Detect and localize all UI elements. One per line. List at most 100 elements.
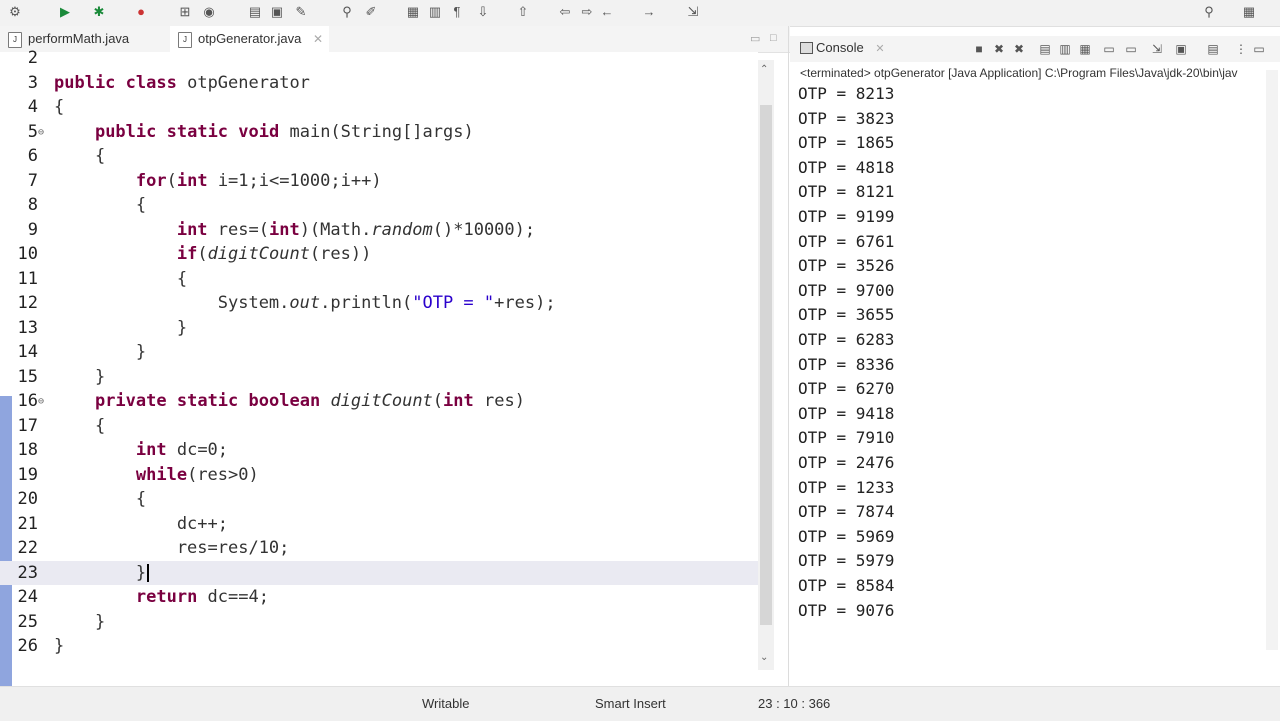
editor-scrollbar[interactable]: ⌃ ⌄	[758, 60, 774, 670]
line-number: 18	[17, 440, 38, 460]
pin-console-icon[interactable]: ⇲	[1150, 42, 1164, 56]
annotation-icon[interactable]: ✐	[362, 3, 380, 21]
code-line[interactable]: 8 {	[0, 193, 758, 217]
code-line[interactable]: 12 System.out.println("OTP = "+res);	[0, 291, 758, 315]
line-number: 17	[17, 415, 38, 436]
save-icon[interactable]: ▤	[246, 3, 264, 21]
scroll-lock-icon[interactable]: ▥	[1058, 42, 1072, 56]
forward-icon[interactable]: →	[640, 3, 658, 21]
code-text: }	[54, 317, 188, 338]
word-wrap-icon[interactable]: ▦	[1078, 42, 1092, 56]
format-icon[interactable]: ▦	[404, 3, 422, 21]
console-line: OTP = 5969	[798, 526, 895, 546]
terminate-icon[interactable]: ■	[972, 42, 986, 56]
search-icon[interactable]: ⚲	[338, 3, 356, 21]
back-icon[interactable]: ←	[598, 3, 616, 21]
code-line[interactable]: 11 {	[0, 267, 758, 291]
code-line[interactable]: 25 }	[0, 610, 758, 634]
code-line[interactable]: 3 public class otpGenerator	[0, 71, 758, 95]
close-icon[interactable]: ✕	[875, 43, 884, 55]
show-stderr-icon[interactable]: ▭	[1124, 42, 1138, 56]
view-menu-icon[interactable]: ⋮	[1234, 42, 1248, 56]
scroll-up-icon[interactable]: ⌃	[760, 64, 768, 75]
run-icon[interactable]: ▶	[56, 3, 74, 21]
code-line[interactable]: 4{	[0, 95, 758, 119]
code-editor[interactable]: 2 3 public class otpGenerator 4{5 ⊖ public s…	[0, 48, 758, 696]
open-folder-icon[interactable]: ▣	[268, 3, 286, 21]
code-line[interactable]: 13 }	[0, 316, 758, 340]
code-line[interactable]: 2	[0, 46, 758, 70]
code-text: public class otpGenerator	[54, 72, 310, 93]
scroll-down-icon[interactable]: ⌄	[760, 652, 768, 663]
code-line[interactable]: 18 int dc=0;	[0, 438, 758, 462]
panel-divider[interactable]	[788, 26, 789, 686]
code-text: for(int i=1;i<=1000;i++)	[135, 170, 382, 191]
back-history-icon[interactable]: ⇦	[556, 3, 574, 21]
down-arrow-icon[interactable]: ⇩	[474, 3, 492, 21]
tab-console[interactable]: Console ✕	[800, 40, 885, 55]
open-icon[interactable]: ◉	[200, 3, 218, 21]
console-scrollbar[interactable]	[1266, 70, 1278, 650]
pin-icon[interactable]: ⇲	[684, 3, 702, 21]
code-text: return dc==4;	[135, 587, 269, 607]
fold-icon[interactable]: ⊖	[38, 390, 44, 414]
scroll-thumb[interactable]	[760, 105, 772, 625]
minimize-icon[interactable]: ▭	[750, 32, 760, 45]
line-number: 2	[27, 48, 38, 68]
code-line[interactable]: 9 int res=(int)(Math.random()*10000);	[0, 218, 758, 242]
code-line[interactable]: 21 dc++;	[0, 512, 758, 536]
console-line: OTP = 8213	[798, 84, 895, 103]
maximize-icon[interactable]: □	[770, 32, 777, 44]
clear-console-icon[interactable]: ▤	[1038, 42, 1052, 56]
code-line[interactable]: 15 }	[0, 365, 758, 389]
line-number: 13	[17, 317, 38, 338]
console-line: OTP = 9700	[798, 280, 895, 300]
fold-icon[interactable]: ⊖	[38, 121, 44, 145]
console-line: OTP = 9199	[798, 207, 895, 226]
perspective-icon[interactable]: ▦	[1240, 3, 1258, 21]
code-line[interactable]: 19 while(res>0)	[0, 463, 758, 487]
line-number: 15	[17, 366, 38, 387]
remove-all-icon[interactable]: ✖	[1012, 42, 1026, 56]
console-line: OTP = 9418	[798, 403, 895, 423]
main-toolbar: ⚙ ▶ ✱ ● ⊞ ◉ ▤ ▣ ✎ ⚲ ✐ ▦ ▥ ¶ ⇩ ⇧ ⇦ ⇨ ← → …	[0, 0, 1280, 27]
coverage-icon[interactable]: ●	[132, 3, 150, 21]
display-console-icon[interactable]: ▣	[1174, 42, 1188, 56]
debug-icon[interactable]: ✱	[90, 3, 108, 21]
code-line[interactable]: 20 {	[0, 487, 758, 511]
pilcrow-icon[interactable]: ¶	[448, 3, 466, 21]
code-line[interactable]: 17 {	[0, 414, 758, 438]
code-line[interactable]: 7 for(int i=1;i<=1000;i++)	[0, 169, 758, 193]
console-line: OTP = 6761	[798, 231, 895, 251]
code-line[interactable]: 5 ⊖ public static void main(String[]args)	[0, 120, 758, 144]
code-line[interactable]: 26}	[0, 634, 758, 658]
open-console-icon[interactable]: ▤	[1206, 42, 1220, 56]
forward-history-icon[interactable]: ⇨	[578, 3, 596, 21]
show-stdout-icon[interactable]: ▭	[1102, 42, 1116, 56]
global-search-icon[interactable]: ⚲	[1200, 3, 1218, 21]
gear-icon[interactable]: ⚙	[6, 3, 24, 21]
code-line[interactable]: 10 if(digitCount(res))	[0, 242, 758, 266]
remove-launch-icon[interactable]: ✖	[992, 42, 1006, 56]
code-line[interactable]: 6 {	[0, 144, 758, 168]
writable-status: Writable	[422, 696, 470, 711]
up-arrow-icon[interactable]: ⇧	[514, 3, 532, 21]
console-line: OTP = 4818	[798, 157, 895, 177]
code-line[interactable]: 16 ⊖ private static boolean digitCount(in…	[0, 389, 758, 413]
block-icon[interactable]: ▥	[426, 3, 444, 21]
code-line[interactable]: 22 res=res/10;	[0, 536, 758, 560]
code-line[interactable]: 14 }	[0, 340, 758, 364]
line-number: 5	[27, 121, 38, 142]
pen-icon[interactable]: ✎	[292, 3, 310, 21]
close-icon[interactable]: ✕	[313, 32, 323, 46]
tab-label: performMath.java	[28, 31, 130, 46]
new-icon[interactable]: ⊞	[176, 3, 194, 21]
console-line: OTP = 1233	[798, 477, 895, 497]
code-line[interactable]: 23 }	[0, 560, 758, 585]
console-line: OTP = 3823	[798, 108, 895, 128]
code-line[interactable]: 24 return dc==4;	[0, 585, 758, 609]
console-output[interactable]: OTP = 8213 OTP = 3823 OTP = 1865 OTP = 4818…	[798, 82, 1268, 642]
console-line: OTP = 1865	[798, 133, 895, 153]
minimize-icon[interactable]: ▭	[1252, 42, 1266, 56]
code-text: }	[54, 611, 106, 632]
